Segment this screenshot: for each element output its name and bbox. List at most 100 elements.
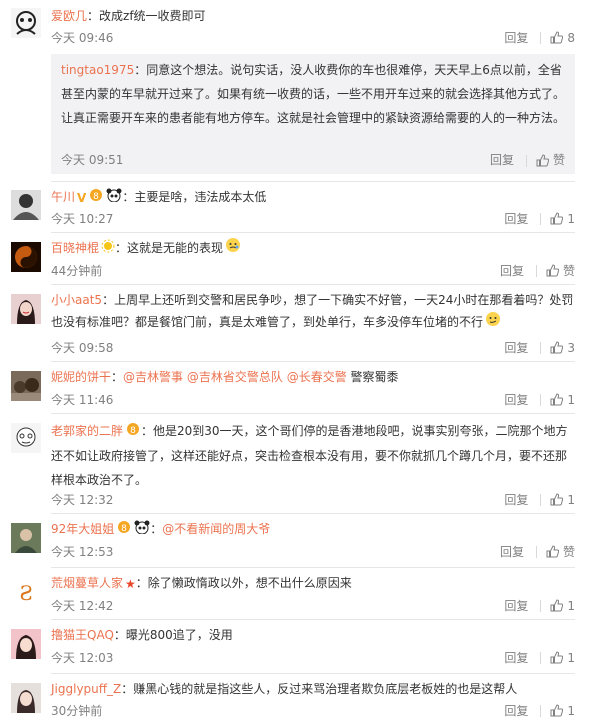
avatar[interactable] [11, 294, 41, 324]
reply-text: ：同意这个想法。说句实话，没人收费你的车也很难停，天天早上6点以前，全省甚至内蒙… [61, 63, 566, 125]
comment-time: 今天 09:46 [51, 31, 114, 45]
like-button[interactable]: 1 [550, 211, 575, 226]
like-button[interactable]: 1 [550, 650, 575, 665]
reply-button[interactable]: 回复 [504, 649, 528, 666]
thumb-up-icon [550, 599, 564, 612]
avatar[interactable] [11, 683, 41, 713]
reply-time: 今天 09:51 [61, 153, 124, 167]
like-count: 3 [567, 340, 575, 355]
reply-button[interactable]: 回复 [504, 391, 528, 408]
comment-item: 老郭家的二胖 8 ：他是20到30一天，这个哥们停的是香港地段吧，说事实别夸张，二院… [0, 414, 591, 509]
sun-badge-icon [101, 238, 115, 260]
comment-text: 警察蜀黍 [346, 370, 399, 384]
comment-item: 妮妮的饼干：@吉林警事 @吉林省交警总队 @长春交警 警察蜀黍 今天 11:46… [0, 362, 591, 412]
comment-username[interactable]: 老郭家的二胖 [51, 424, 123, 438]
like-count: 赞 [562, 545, 575, 559]
comment-text: ：改成zf统一收费即可 [87, 9, 206, 23]
comment-time: 今天 12:32 [51, 493, 114, 507]
reply-button[interactable]: 回复 [504, 491, 528, 508]
comment-text: ：曝光800追了，没用 [113, 628, 233, 642]
avatar[interactable] [11, 242, 41, 272]
like-button[interactable]: 3 [550, 340, 575, 355]
like-count: 1 [567, 703, 575, 718]
colon: ： [150, 522, 163, 536]
comment-username[interactable]: 爱欧几 [51, 9, 87, 23]
like-button[interactable]: 1 [550, 703, 575, 718]
comment-username[interactable]: 百晓神棍 [51, 241, 99, 255]
reply-button[interactable]: 回复 [504, 339, 528, 356]
svg-text:Ƨ: Ƨ [19, 581, 33, 605]
avatar[interactable] [11, 190, 41, 220]
comment-username[interactable]: 妮妮的饼干 [51, 370, 111, 384]
reply-button[interactable]: 回复 [490, 153, 514, 167]
thumb-up-icon [550, 341, 564, 354]
mention-link[interactable]: @长春交警 [287, 370, 347, 384]
like-button[interactable]: 1 [550, 492, 575, 507]
mention-link[interactable]: @吉林省交警总队 [187, 370, 283, 384]
reply-button[interactable]: 回复 [504, 702, 528, 719]
comment-time: 今天 12:42 [51, 599, 114, 613]
comment-username[interactable]: 荒烟蔓草人家 [51, 576, 123, 590]
reply-button[interactable]: 回复 [500, 543, 524, 560]
comment-text: ：除了懒政惰政以外，想不出什么原因来 [135, 576, 352, 590]
comment-item: 百晓神棍 ：这就是无能的表现 44分钟前 回复 赞 [0, 233, 591, 283]
thumb-up-icon [550, 651, 564, 664]
thumb-up-icon [550, 493, 564, 506]
comment-item: Ƨ 荒烟蔓草人家 ★：除了懒政惰政以外，想不出什么原因来 今天 12:42 回复 1 [0, 568, 591, 618]
like-count: 赞 [552, 153, 565, 167]
badge-icon: 8 [116, 519, 132, 541]
star-icon: ★ [125, 576, 136, 591]
avatar[interactable] [11, 8, 41, 38]
like-button[interactable]: 赞 [546, 543, 575, 560]
badge-icon: 8 [125, 420, 141, 444]
thumb-up-icon [546, 264, 559, 277]
comment-time: 今天 12:03 [51, 651, 114, 665]
thumb-up-icon [550, 704, 564, 717]
avatar[interactable] [11, 371, 41, 401]
comment-username[interactable]: Jigglypuff_Z [51, 682, 121, 696]
thumb-up-icon [536, 154, 549, 167]
like-button[interactable]: 1 [550, 598, 575, 613]
panda-icon [106, 187, 122, 209]
comment-username[interactable]: 小小aat5 [51, 293, 102, 307]
like-count: 赞 [562, 264, 575, 278]
reply-button[interactable]: 回复 [504, 29, 528, 46]
comment-time: 今天 11:46 [51, 393, 114, 407]
mention-link[interactable]: @不看新闻的周大爷 [162, 522, 270, 536]
comment-text: ：主要是啥，违法成本太低 [122, 190, 267, 204]
comment-username[interactable]: 撸猫王QAQ [51, 628, 114, 642]
like-button[interactable]: 赞 [536, 153, 565, 167]
colon: ： [111, 370, 124, 384]
avatar[interactable]: Ƨ [11, 577, 41, 607]
thumb-up-icon [546, 545, 559, 558]
mention-link[interactable]: @吉林警事 [123, 370, 183, 384]
sweat-emoji-icon [485, 311, 501, 334]
comment-time: 30分钟前 [51, 704, 103, 718]
comment-item: 92年大姐姐 8 ：@不看新闻的周大爷 今天 12:53 回复 赞 [0, 514, 591, 564]
like-count: 1 [567, 211, 575, 226]
like-button[interactable]: 1 [550, 392, 575, 407]
thumb-up-icon [550, 393, 564, 406]
svg-text:8: 8 [93, 192, 99, 202]
avatar[interactable] [11, 629, 41, 659]
reply-button[interactable]: 回复 [504, 210, 528, 227]
comment-time: 44分钟前 [51, 264, 103, 278]
svg-text:8: 8 [130, 426, 136, 436]
reply-box: tingtao1975：同意这个想法。说句实话，没人收费你的车也很难停，天天早上… [51, 54, 575, 174]
like-count: 8 [567, 30, 575, 45]
comment-text: ：这就是无能的表现 [115, 241, 224, 255]
like-count: 1 [567, 650, 575, 665]
like-button[interactable]: 8 [550, 30, 575, 45]
comment-username[interactable]: 92年大姐姐 [51, 522, 114, 536]
avatar[interactable] [11, 423, 41, 453]
comment-username[interactable]: 午川 [51, 190, 75, 204]
avatar[interactable] [11, 523, 41, 553]
reply-username[interactable]: tingtao1975 [61, 63, 134, 77]
reply-button[interactable]: 回复 [504, 597, 528, 614]
like-count: 1 [567, 392, 575, 407]
comment-item: 撸猫王QAQ：曝光800追了，没用 今天 12:03 回复 1 [0, 620, 591, 670]
comment-time: 今天 12:53 [51, 545, 114, 559]
reply-button[interactable]: 回复 [500, 262, 524, 279]
crying-emoji-icon [225, 237, 241, 260]
like-button[interactable]: 赞 [546, 262, 575, 279]
